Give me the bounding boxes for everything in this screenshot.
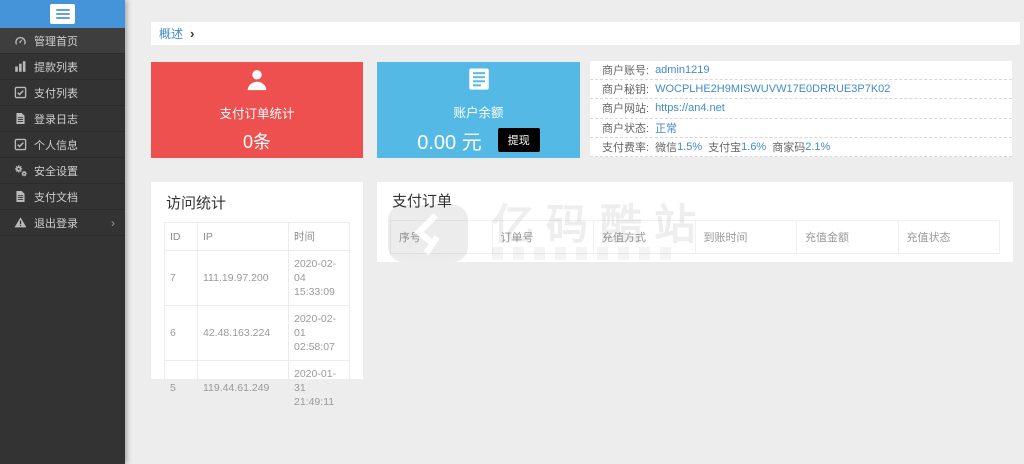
sidebar-item-label: 管理首页: [34, 35, 78, 48]
rate-value: 1.6%: [741, 140, 767, 153]
rate-value: 2.1%: [805, 140, 831, 153]
column-header-id: ID: [164, 222, 198, 251]
check-square-icon: [13, 86, 28, 99]
table-header-row: ID IP 时间: [164, 222, 350, 251]
merchant-account-value: admin1219: [655, 64, 710, 77]
payment-orders-table: 序号 订单号 充值方式 到账时间 充值金额 充值状态: [390, 220, 1000, 254]
sidebar-item-security[interactable]: 安全设置: [0, 158, 125, 184]
sidebar-item-label: 支付列表: [34, 87, 78, 100]
sidebar-item-label: 提款列表: [34, 61, 78, 74]
merchant-status-row: 商户状态: 正常: [590, 119, 1012, 138]
breadcrumb: 概述 ›: [151, 22, 1020, 45]
rate-name: 商家码: [772, 141, 806, 154]
table-row: 7 111.19.97.200 2020-02-04 15:33:09: [164, 250, 350, 306]
rate-name: 微信: [655, 141, 678, 154]
stat-card-title: 支付订单统计: [219, 106, 295, 121]
withdraw-button[interactable]: 提现: [497, 128, 540, 152]
column-header-time: 时间: [288, 222, 350, 251]
sidebar-item-label: 安全设置: [34, 165, 78, 178]
merchant-status-value: 正常: [655, 122, 678, 135]
column-header-status: 充值状态: [897, 220, 1000, 254]
file-icon: [13, 112, 28, 125]
sidebar-item-label: 支付文档: [34, 191, 78, 204]
merchant-key-row: 商户秘钥: WOCPLHE2H9MISWUVW17E0DRRUE3P7K02: [590, 80, 1012, 100]
merchant-site-row: 商户网站: https://an4.net: [590, 99, 1012, 119]
breadcrumb-overview-link[interactable]: 概述: [159, 25, 183, 42]
sidebar-item-withdraw-list[interactable]: 提款列表: [0, 54, 125, 80]
sidebar-item-label: 个人信息: [34, 139, 78, 152]
sidebar-item-login-log[interactable]: 登录日志: [0, 106, 125, 132]
payment-orders-title: 支付订单: [392, 193, 453, 210]
sidebar-item-home[interactable]: 管理首页: [0, 28, 125, 54]
info-label: 商户账号:: [602, 65, 650, 78]
sidebar-item-profile[interactable]: 个人信息: [0, 132, 125, 158]
table-cell: 111.19.97.200: [197, 250, 289, 306]
gears-icon: [13, 164, 28, 177]
user-icon: [244, 67, 270, 98]
warning-icon: [13, 216, 28, 229]
info-label: 商户网站:: [602, 103, 650, 116]
info-label: 商户状态:: [602, 122, 650, 135]
column-header-order-no: 订单号: [491, 220, 594, 254]
column-header-ip: IP: [197, 222, 289, 251]
sidebar-item-label: 退出登录: [34, 217, 78, 230]
merchant-account-row: 商户账号: admin1219: [590, 61, 1012, 81]
visit-stats-title: 访问统计: [166, 195, 227, 212]
sidebar-item-payment-docs[interactable]: 支付文档: [0, 184, 125, 210]
info-label: 支付费率:: [602, 141, 650, 154]
table-cell: 2020-02-04 15:33:09: [288, 250, 350, 306]
merchant-info-panel: 商户账号: admin1219 商户秘钥: WOCPLHE2H9MISWUVW1…: [590, 61, 1012, 157]
balance-value: 0.00 元: [417, 131, 482, 154]
sidebar-menu: 管理首页 提款列表 支付列表 登录日志 个人信息 安全设置 支付文档 退出登录 …: [0, 28, 125, 236]
sidebar-header: [0, 0, 125, 28]
stat-card-value: 0条: [242, 131, 271, 152]
info-label: 商户秘钥:: [602, 84, 650, 97]
sidebar-item-payment-list[interactable]: 支付列表: [0, 80, 125, 106]
file-icon: [13, 190, 28, 203]
sidebar: 管理首页 提款列表 支付列表 登录日志 个人信息 安全设置 支付文档 退出登录 …: [0, 0, 125, 464]
chevron-right-icon: ›: [190, 26, 195, 41]
table-cell: 7: [164, 250, 198, 306]
column-header-arrival-time: 到账时间: [694, 220, 797, 254]
table-row: 6 42.48.163.224 2020-02-01 02:58:07: [164, 305, 350, 361]
table-header-row: 序号 订单号 充值方式 到账时间 充值金额 充值状态: [390, 220, 1000, 254]
dashboard-icon: [13, 34, 28, 47]
table-cell: 42.48.163.224: [197, 305, 289, 361]
table-row: 5 119.44.61.249 2020-01-31 21:49:11: [164, 360, 350, 416]
sidebar-item-label: 登录日志: [34, 113, 78, 126]
visit-stats-panel: 访问统计 ID IP 时间 7 111.19.97.200 2020-02-04…: [151, 182, 363, 416]
menu-toggle-button[interactable]: [50, 4, 75, 24]
rate-value: 1.5%: [677, 140, 703, 153]
balance-card: 账户余额 0.00 元 提现: [377, 62, 580, 158]
table-cell: 6: [164, 305, 198, 361]
payment-rates-row: 支付费率: 微信 1.5% 支付宝 1.6% 商家码 2.1%: [590, 138, 1012, 157]
list-icon: [466, 66, 492, 97]
check-square-icon: [13, 138, 28, 151]
balance-card-title: 账户余额: [453, 105, 504, 120]
column-header-seq: 序号: [390, 220, 493, 254]
merchant-key-value: WOCPLHE2H9MISWUVW17E0DRRUE3P7K02: [655, 83, 891, 96]
table-cell: 2020-01-31 21:49:11: [288, 360, 350, 416]
column-header-method: 充值方式: [593, 220, 696, 254]
payment-orders-stat-card: 支付订单统计 0条: [151, 62, 363, 158]
column-header-amount: 充值金额: [796, 220, 899, 254]
chevron-right-icon: ›: [111, 215, 115, 230]
sidebar-item-logout[interactable]: 退出登录 ›: [0, 210, 125, 236]
rate-name: 支付宝: [708, 141, 742, 154]
table-cell: 119.44.61.249: [197, 360, 289, 416]
table-cell: 2020-02-01 02:58:07: [288, 305, 350, 361]
table-cell: 5: [164, 360, 198, 416]
merchant-site-link[interactable]: https://an4.net: [655, 102, 725, 114]
visit-stats-table: ID IP 时间 7 111.19.97.200 2020-02-04 15:3…: [164, 222, 350, 416]
payment-orders-panel: 支付订单 序号 订单号 充值方式 到账时间 充值金额 充值状态: [377, 182, 1013, 262]
bar-chart-icon: [13, 60, 28, 73]
